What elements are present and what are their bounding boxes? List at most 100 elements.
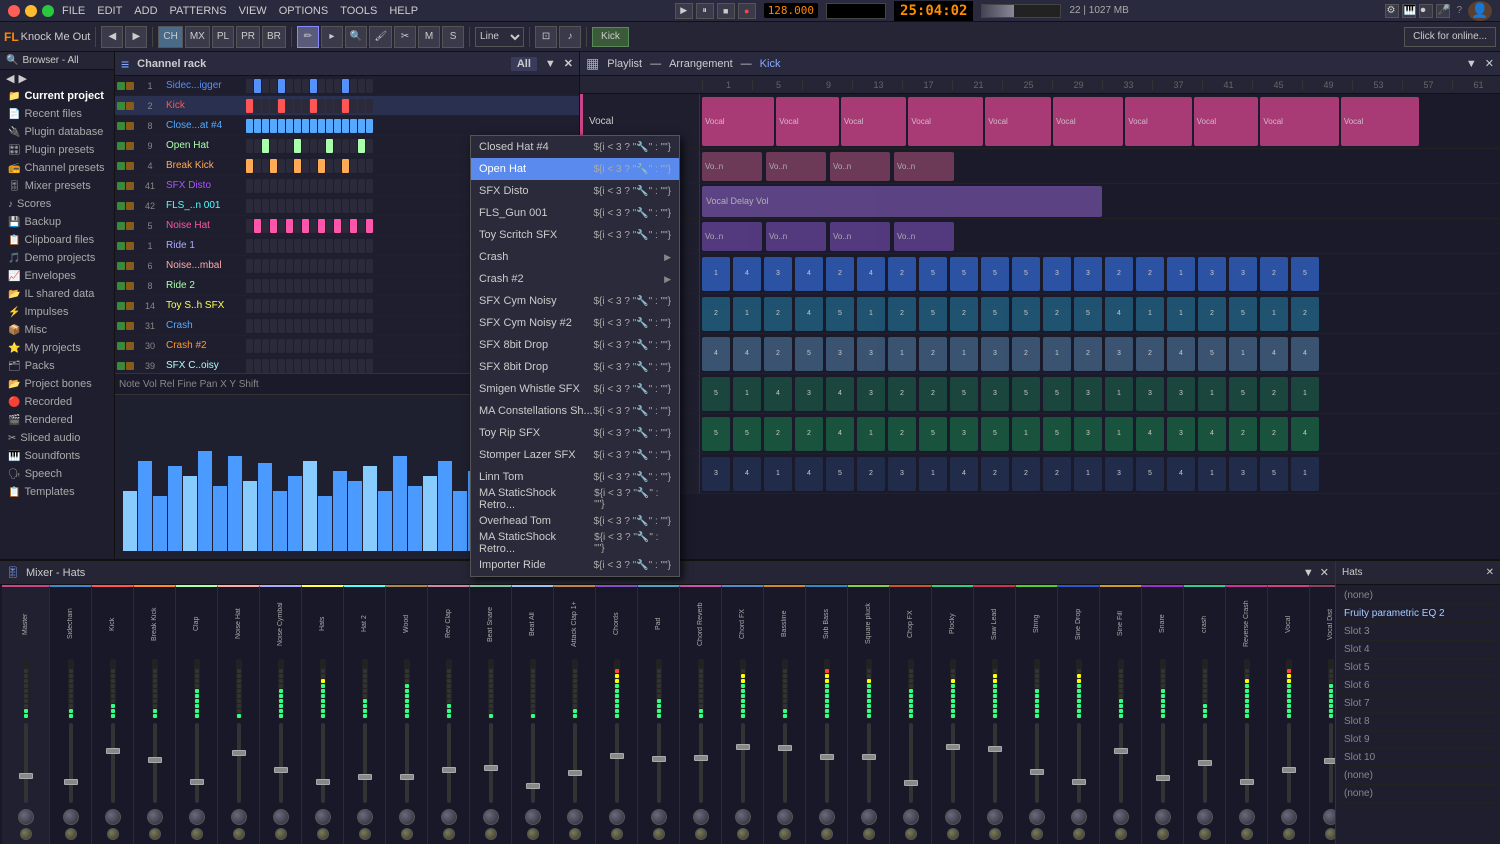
mixer-channel[interactable]: Chop FX bbox=[890, 585, 932, 844]
channel-pad[interactable] bbox=[326, 359, 333, 373]
playlist-clip[interactable]: 1 bbox=[1136, 297, 1164, 331]
channel-pad[interactable] bbox=[310, 359, 317, 373]
sidebar-item-rendered[interactable]: 🎬Rendered bbox=[0, 411, 114, 429]
channel-pad[interactable] bbox=[310, 319, 317, 333]
channel-pad[interactable] bbox=[254, 119, 261, 133]
mixer-channel[interactable]: Square pluck bbox=[848, 585, 890, 844]
playlist-clip[interactable]: 1 bbox=[1012, 417, 1040, 451]
channel-mute-btn[interactable] bbox=[126, 262, 134, 270]
channel-pad[interactable] bbox=[342, 179, 349, 193]
playlist-clip[interactable]: Vocal bbox=[1194, 97, 1259, 146]
playlist-clip[interactable]: 5 bbox=[826, 457, 854, 491]
mixer-close[interactable]: ✕ bbox=[1320, 566, 1329, 579]
playlist-clip[interactable]: 4 bbox=[1291, 337, 1319, 371]
channel-pad[interactable] bbox=[262, 339, 269, 353]
playlist-clip[interactable]: 4 bbox=[1167, 457, 1195, 491]
channel-pad[interactable] bbox=[246, 359, 253, 373]
channel-mute-btn[interactable] bbox=[126, 362, 134, 370]
playlist-clip[interactable]: 4 bbox=[826, 417, 854, 451]
nav-forward[interactable]: ▶ bbox=[125, 26, 147, 48]
sidebar-item-plugin-database[interactable]: 🔌Plugin database bbox=[0, 123, 114, 141]
playlist-clip[interactable]: 3 bbox=[1074, 377, 1102, 411]
channel-mute-btn[interactable] bbox=[126, 242, 134, 250]
playlist-clip[interactable]: 1 bbox=[1105, 377, 1133, 411]
dropdown-item[interactable]: Toy Rip SFX${i < 3 ? "🔧" : ""} bbox=[471, 422, 679, 444]
playlist-clip[interactable]: 2 bbox=[1198, 297, 1226, 331]
channel-pad[interactable] bbox=[350, 79, 357, 93]
playlist-clip[interactable]: Vo..n bbox=[766, 152, 826, 181]
channel-pad[interactable] bbox=[342, 239, 349, 253]
channel-pad[interactable] bbox=[262, 179, 269, 193]
playlist-clip[interactable]: 2 bbox=[764, 297, 792, 331]
channel-pad[interactable] bbox=[358, 139, 365, 153]
playlist-clip[interactable]: 1 bbox=[1229, 337, 1257, 371]
playlist-clip[interactable]: 2 bbox=[764, 337, 792, 371]
channel-pad[interactable] bbox=[246, 99, 253, 113]
channel-pad[interactable] bbox=[286, 199, 293, 213]
mixer-channel[interactable]: Kick bbox=[92, 585, 134, 844]
channel-pad[interactable] bbox=[254, 139, 261, 153]
channel-pad[interactable] bbox=[350, 239, 357, 253]
channel-pad[interactable] bbox=[278, 179, 285, 193]
sidebar-item-soundfonts[interactable]: 🎹Soundfonts bbox=[0, 447, 114, 465]
channel-mute-btn[interactable] bbox=[126, 282, 134, 290]
sidebar-item-mixer-presets[interactable]: 🎚Mixer presets bbox=[0, 177, 114, 195]
send-knob[interactable] bbox=[1283, 828, 1295, 840]
playlist-clip[interactable]: 1 bbox=[702, 257, 730, 291]
playlist-track-content[interactable]: 14342425555332213325 bbox=[700, 254, 1500, 293]
menu-help[interactable]: HELP bbox=[389, 5, 418, 17]
channel-pad[interactable] bbox=[342, 319, 349, 333]
channel-pad[interactable] bbox=[366, 199, 373, 213]
channel-close[interactable]: ✕ bbox=[564, 57, 573, 70]
menu-edit[interactable]: EDIT bbox=[97, 5, 122, 17]
channel-pad[interactable] bbox=[326, 339, 333, 353]
channel-pad[interactable] bbox=[342, 139, 349, 153]
channel-active-light[interactable] bbox=[117, 282, 125, 290]
channel-pad[interactable] bbox=[254, 219, 261, 233]
dropdown-item[interactable]: Linn Tom${i < 3 ? "🔧" : ""} bbox=[471, 466, 679, 488]
playlist-pattern[interactable]: Kick bbox=[760, 58, 781, 70]
channel-pad[interactable] bbox=[294, 259, 301, 273]
fader-handle[interactable] bbox=[1114, 748, 1128, 754]
channel-pad[interactable] bbox=[366, 319, 373, 333]
fader-handle[interactable] bbox=[400, 774, 414, 780]
channel-pad[interactable] bbox=[278, 119, 285, 133]
playlist-clip[interactable]: 2 bbox=[1043, 457, 1071, 491]
channel-pad[interactable] bbox=[350, 119, 357, 133]
playlist-clip[interactable]: 5 bbox=[1043, 417, 1071, 451]
playlist-arrangement[interactable]: Arrangement bbox=[669, 58, 733, 70]
channel-pad[interactable] bbox=[270, 299, 277, 313]
channel-pad[interactable] bbox=[294, 239, 301, 253]
channel-pad[interactable] bbox=[342, 99, 349, 113]
mixer-channel[interactable]: Reverse Crash bbox=[1226, 585, 1268, 844]
channel-pad[interactable] bbox=[294, 159, 301, 173]
playlist-clip[interactable]: 5 bbox=[1012, 297, 1040, 331]
pan-knob[interactable] bbox=[357, 809, 373, 825]
channel-pad[interactable] bbox=[286, 79, 293, 93]
line-mode-select[interactable]: Line Curve Step bbox=[475, 27, 524, 47]
channel-pad[interactable] bbox=[358, 99, 365, 113]
channel-pad[interactable] bbox=[246, 279, 253, 293]
playlist-clip[interactable]: 4 bbox=[764, 377, 792, 411]
channel-pad[interactable] bbox=[302, 339, 309, 353]
sidebar-item-current-project[interactable]: 📁Current project bbox=[0, 87, 114, 105]
mixer-channel[interactable]: Beat All bbox=[512, 585, 554, 844]
channel-pad[interactable] bbox=[302, 179, 309, 193]
channel-pad[interactable] bbox=[262, 199, 269, 213]
channel-pad[interactable] bbox=[270, 199, 277, 213]
channel-pad[interactable] bbox=[246, 119, 253, 133]
channel-pad[interactable] bbox=[358, 159, 365, 173]
playlist-clip[interactable]: 4 bbox=[795, 257, 823, 291]
channel-pad[interactable] bbox=[318, 219, 325, 233]
mixer-slot-item[interactable]: Slot 8 bbox=[1340, 713, 1496, 731]
playlist-clip[interactable]: 5 bbox=[1229, 297, 1257, 331]
channel-pad[interactable] bbox=[310, 239, 317, 253]
channel-pad[interactable] bbox=[270, 79, 277, 93]
playlist-clip[interactable]: 2 bbox=[1136, 337, 1164, 371]
channel-pad[interactable] bbox=[366, 339, 373, 353]
channel-pad[interactable] bbox=[326, 79, 333, 93]
channel-pad[interactable] bbox=[334, 279, 341, 293]
playlist-clip[interactable]: 5 bbox=[950, 257, 978, 291]
send-knob[interactable] bbox=[1031, 828, 1043, 840]
minimize-button[interactable] bbox=[25, 5, 37, 17]
